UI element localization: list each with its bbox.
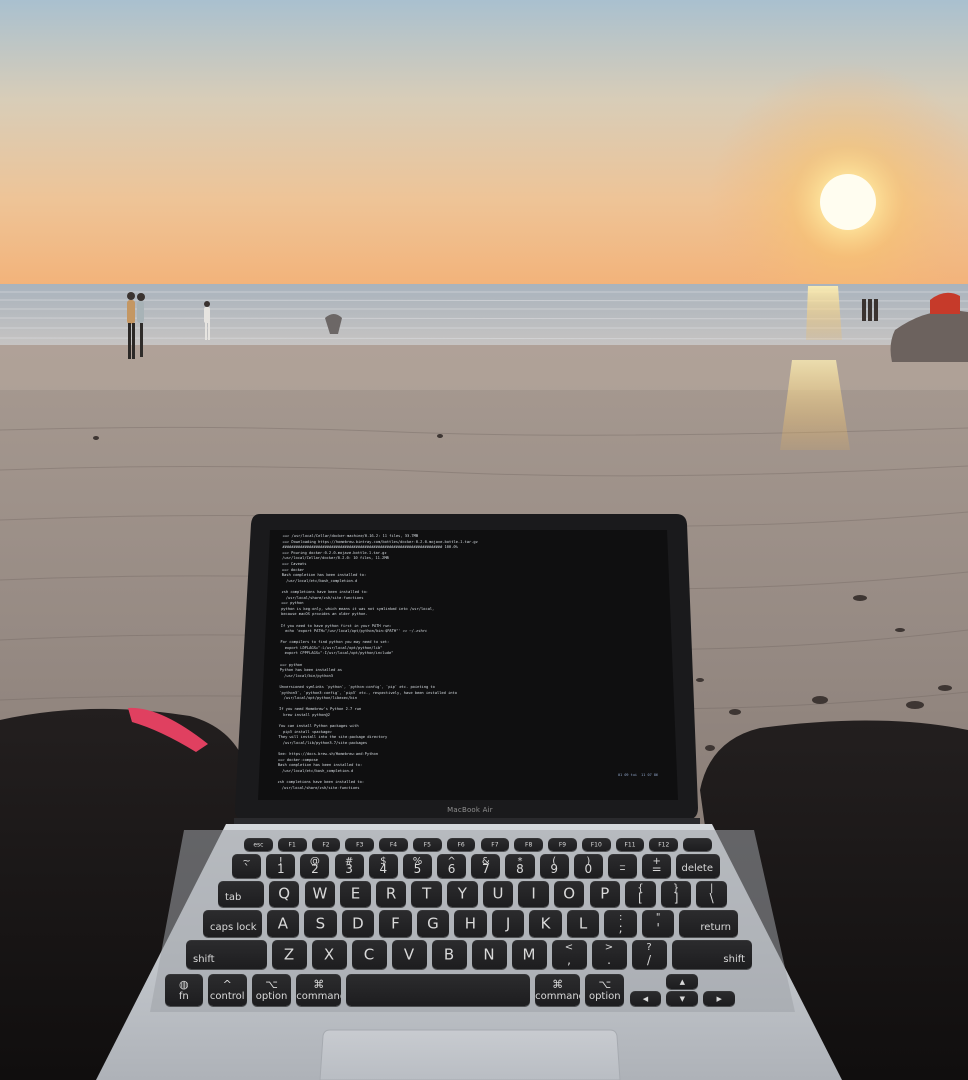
terminal-line: /usr/local/share/zsh/site-functions bbox=[277, 785, 360, 790]
terminal-output: ==> /usr/local/Cellar/docker-machine/0.1… bbox=[277, 534, 666, 790]
trackpad bbox=[319, 1029, 621, 1080]
terminal-status-bar: 01 09 tui 11 07 86 bbox=[618, 773, 659, 777]
beach-laptop-scene: ==> /usr/local/Cellar/docker-machine/0.1… bbox=[0, 0, 968, 1080]
laptop-brand-label: MacBook Air bbox=[447, 806, 493, 814]
sun bbox=[820, 174, 876, 230]
